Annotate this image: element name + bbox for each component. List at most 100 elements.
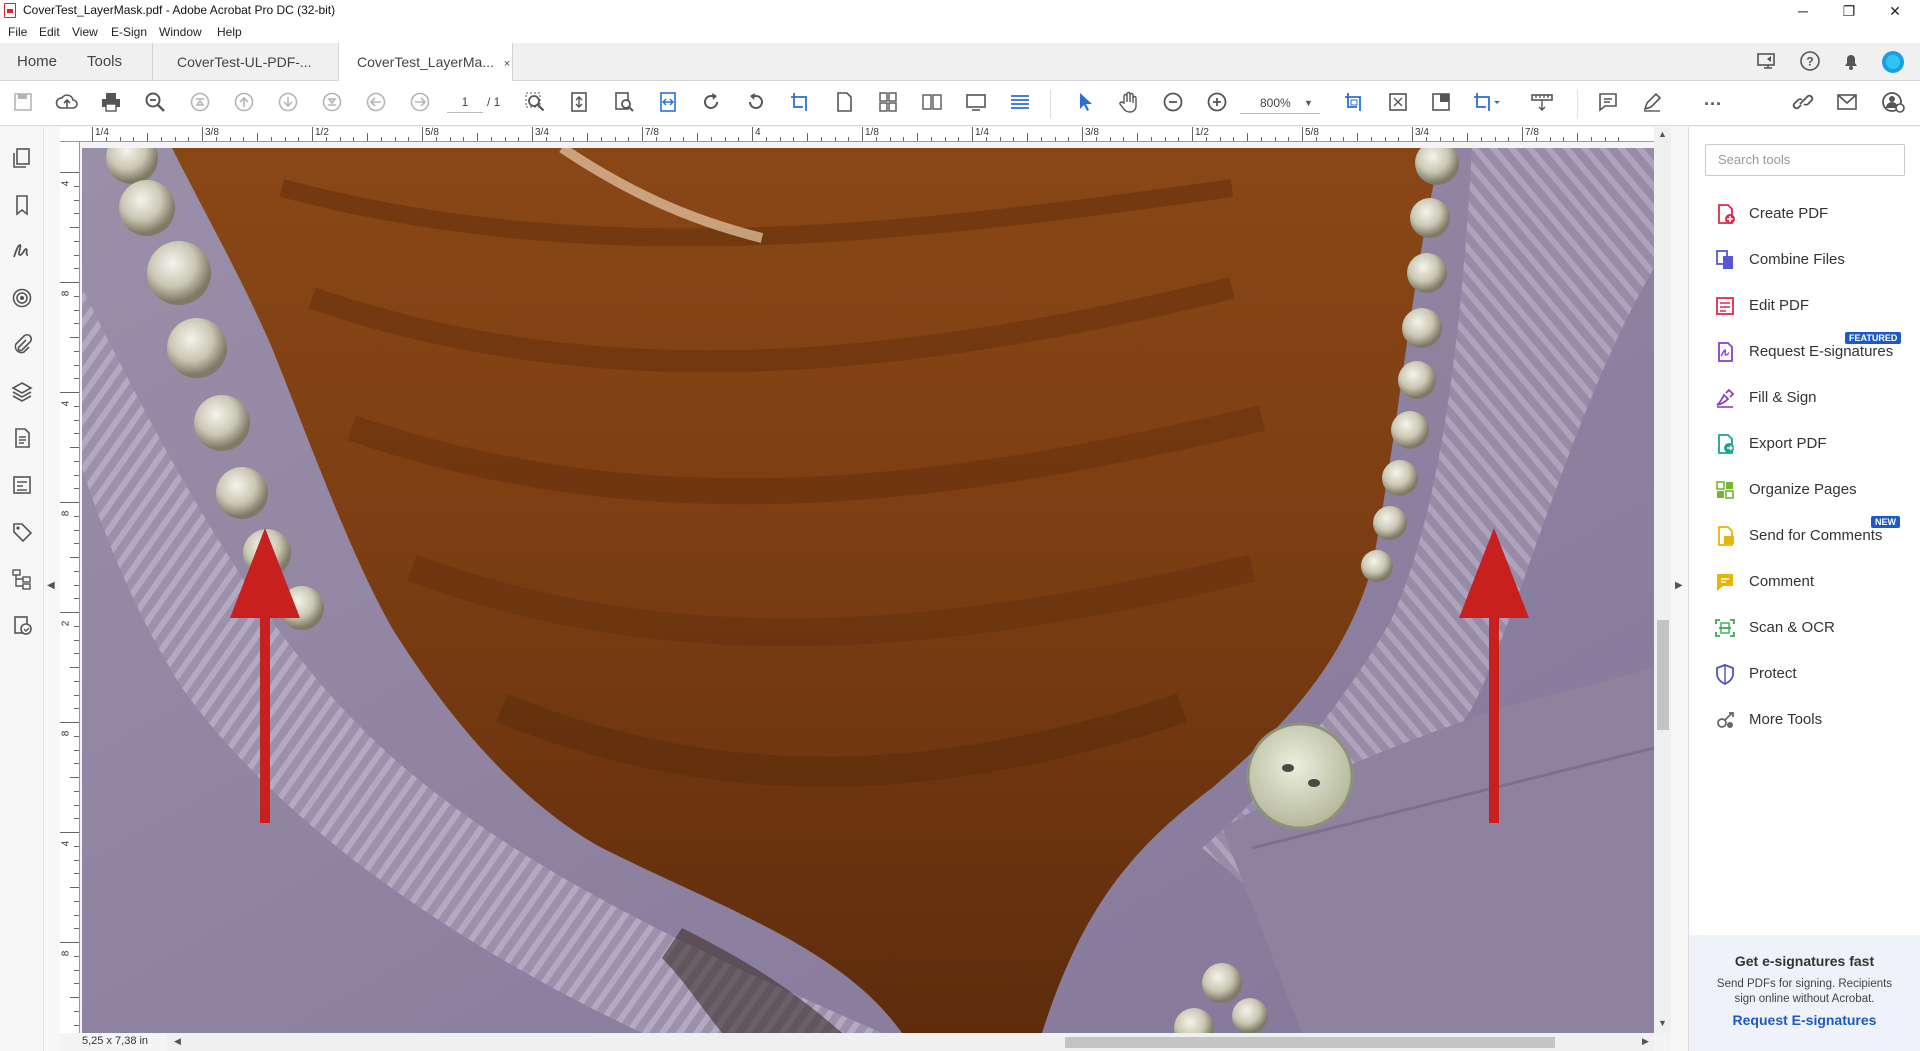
zoom-out-icon[interactable] — [1160, 91, 1186, 117]
single-page-icon[interactable] — [831, 91, 857, 117]
zoom-level-select[interactable]: 800% ▼ — [1240, 92, 1320, 114]
restore-button[interactable]: ❐ — [1826, 0, 1872, 22]
fit-width-icon[interactable] — [655, 91, 681, 117]
last-page-icon[interactable] — [319, 91, 345, 117]
tool-item-edit-pdf[interactable]: Edit PDF — [1705, 290, 1915, 320]
full-screen-icon[interactable] — [963, 91, 989, 117]
save-icon[interactable] — [10, 91, 36, 117]
left-panel-toggle[interactable]: ◀ — [44, 127, 60, 1051]
marquee-zoom-icon[interactable] — [522, 91, 548, 117]
find-icon[interactable] — [611, 91, 637, 117]
menu-view[interactable]: View — [72, 25, 98, 39]
layers-icon[interactable] — [9, 380, 35, 406]
crop-options-icon[interactable] — [1472, 91, 1500, 117]
menu-help[interactable]: Help — [217, 25, 242, 39]
horizontal-scroll-thumb[interactable] — [1065, 1037, 1555, 1048]
rotate-counterclockwise-icon[interactable] — [743, 91, 769, 117]
user-avatar-icon[interactable] — [1880, 50, 1906, 76]
right-panel-toggle[interactable]: ▶ — [1671, 127, 1689, 1051]
tool-item-organize-pages[interactable]: Organize Pages — [1705, 474, 1915, 504]
tags-icon[interactable] — [9, 521, 35, 547]
share-screen-icon[interactable] — [1754, 50, 1780, 76]
select-pointer-icon[interactable] — [1072, 91, 1098, 117]
print-icon[interactable] — [98, 91, 124, 117]
tab-close-icon[interactable]: × — [504, 58, 510, 70]
menu-edit[interactable]: Edit — [39, 25, 60, 39]
standards-icon[interactable] — [9, 287, 35, 313]
actual-size-icon[interactable] — [1428, 91, 1454, 117]
ruler-minor-tick — [1233, 137, 1235, 141]
scroll-left-icon[interactable]: ◀ — [174, 1036, 181, 1047]
search-tools-input[interactable]: Search tools — [1705, 144, 1905, 176]
tab-tools[interactable]: Tools — [72, 43, 137, 81]
rotate-clockwise-icon[interactable] — [698, 91, 724, 117]
previous-page-icon[interactable] — [231, 91, 257, 117]
ruler-minor-tick — [738, 137, 740, 141]
notifications-bell-icon[interactable] — [1838, 50, 1864, 76]
crop-icon[interactable] — [787, 91, 813, 117]
menu-file[interactable]: File — [8, 25, 27, 39]
signatures-icon[interactable] — [9, 240, 35, 266]
ruler-minor-tick — [1315, 137, 1317, 141]
share-user-icon[interactable] — [1880, 91, 1906, 117]
tool-item-create-pdf[interactable]: Create PDF — [1705, 198, 1915, 228]
page-total-label: / 1 — [487, 95, 501, 109]
tool-item-protect[interactable]: Protect — [1705, 658, 1915, 688]
scroll-right-icon[interactable]: ▶ — [1642, 1036, 1649, 1047]
next-view-icon[interactable] — [407, 91, 433, 117]
tool-item-more-tools[interactable]: More Tools — [1705, 704, 1915, 734]
more-options-icon[interactable]: ··· — [1700, 91, 1726, 117]
email-icon[interactable] — [1834, 91, 1860, 117]
minimize-button[interactable]: ─ — [1780, 0, 1826, 22]
doc-tab-coveringtest-ul[interactable]: CoverTest-UL-PDF-... — [152, 43, 338, 81]
menu-window[interactable]: Window — [159, 25, 202, 39]
fit-visible-icon[interactable] — [1385, 91, 1411, 117]
ruler-minor-tick — [917, 133, 918, 141]
tool-item-combine-files[interactable]: Combine Files — [1705, 244, 1915, 274]
ruler-label: 3/4 — [1415, 127, 1429, 138]
tool-item-label: Organize Pages — [1749, 481, 1857, 498]
two-page-scroll-icon[interactable] — [875, 91, 901, 117]
hand-tool-icon[interactable] — [1116, 91, 1142, 117]
page-thumbnails-icon[interactable] — [9, 147, 35, 173]
measure-tool-icon[interactable] — [1529, 91, 1555, 117]
scroll-up-icon[interactable]: ▲ — [1658, 129, 1667, 139]
attachments-icon[interactable] — [9, 333, 35, 359]
add-comment-icon[interactable] — [1595, 91, 1621, 117]
tool-item-scan-ocr[interactable]: Scan & OCR — [1705, 612, 1915, 642]
content-icon[interactable] — [9, 427, 35, 453]
fields-icon[interactable] — [9, 474, 35, 500]
request-esignatures-link[interactable]: Request E-signatures — [1689, 1012, 1920, 1028]
cloud-upload-icon[interactable] — [54, 91, 80, 117]
doc-tab-coveringtest-layermask[interactable]: CoverTest_LayerMa... × — [338, 43, 513, 82]
previous-view-icon[interactable] — [363, 91, 389, 117]
order-icon[interactable] — [9, 568, 35, 594]
zoom-in-icon[interactable] — [1204, 91, 1230, 117]
read-mode-icon[interactable] — [1007, 91, 1033, 117]
share-link-icon[interactable] — [1790, 91, 1816, 117]
pen-draw-icon[interactable] — [1639, 91, 1665, 117]
tool-item-send-for-comments[interactable]: Send for Comments NEW — [1705, 516, 1915, 550]
tool-item-fill-sign[interactable]: Fill & Sign — [1705, 382, 1915, 412]
first-page-icon[interactable] — [187, 91, 213, 117]
page-number-input[interactable]: 1 — [447, 91, 483, 113]
zoom-out-magnifier-icon[interactable] — [142, 91, 168, 117]
fit-page-icon[interactable] — [566, 91, 592, 117]
document-canvas[interactable] — [82, 148, 1654, 1033]
bookmarks-icon[interactable] — [9, 194, 35, 220]
vertical-scrollbar[interactable]: ▲ ▼ — [1654, 127, 1671, 1033]
scroll-down-icon[interactable]: ▼ — [1658, 1018, 1667, 1028]
vertical-scroll-thumb[interactable] — [1657, 620, 1669, 730]
window-title: CoverTest_LayerMask.pdf - Adobe Acrobat … — [23, 3, 336, 17]
two-page-view-icon[interactable] — [919, 91, 945, 117]
help-icon[interactable]: ? — [1797, 50, 1823, 76]
next-page-icon[interactable] — [275, 91, 301, 117]
crop-pages-icon[interactable] — [1341, 91, 1367, 117]
tab-home[interactable]: Home — [2, 43, 72, 81]
tool-item-request-e-signatures[interactable]: Request E-signatures FEATURED — [1705, 332, 1915, 366]
close-button[interactable]: ✕ — [1872, 0, 1918, 22]
tool-item-export-pdf[interactable]: Export PDF — [1705, 428, 1915, 458]
tool-item-comment[interactable]: Comment — [1705, 566, 1915, 596]
menu-esign[interactable]: E-Sign — [111, 25, 147, 39]
accessibility-check-icon[interactable] — [9, 614, 35, 640]
